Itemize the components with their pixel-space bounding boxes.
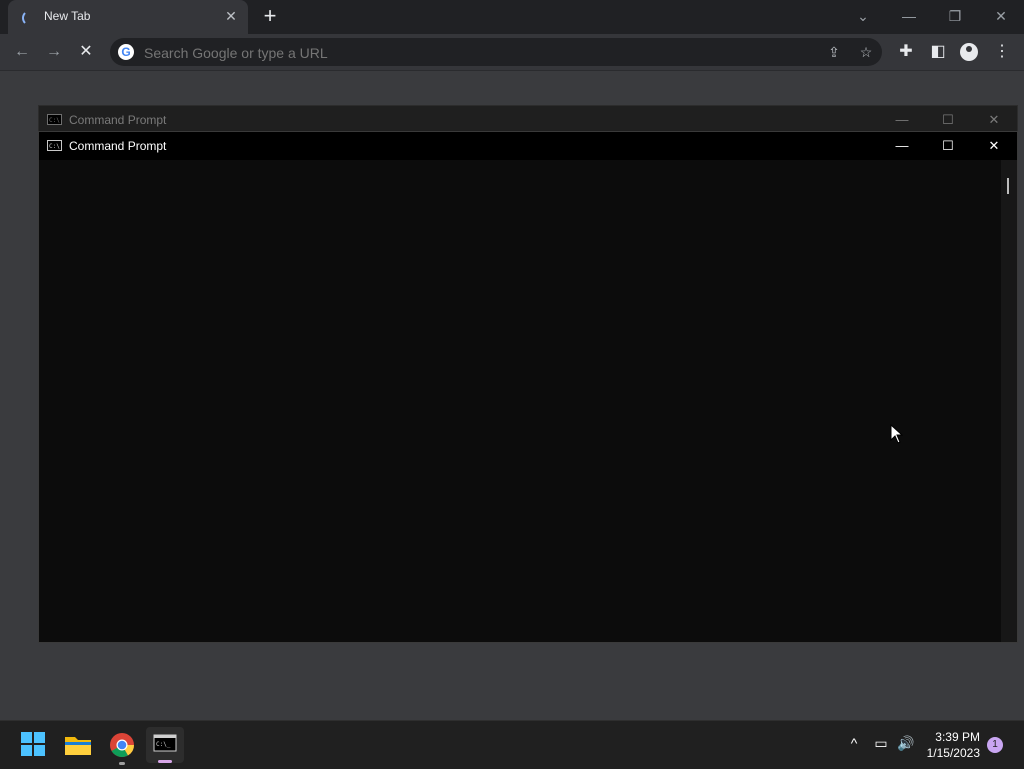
time-text: 3:39 PM [935, 730, 980, 744]
command-prompt-taskbar-icon[interactable]: C:\_ [146, 727, 184, 763]
tab-search-icon[interactable]: ⌄ [849, 6, 877, 26]
address-input[interactable] [142, 42, 806, 64]
side-panel-icon[interactable]: ◧ [926, 40, 950, 64]
volume-icon[interactable]: 🔊 [896, 735, 916, 752]
menu-icon[interactable]: ⋮ [990, 40, 1014, 64]
scrollbar-thumb[interactable] [1007, 178, 1009, 194]
browser-toolbar: ← → ✕ G ⇪ ☆ ✚ ◧ ⋮ [0, 34, 1024, 71]
chrome-icon[interactable] [106, 729, 138, 765]
share-icon[interactable]: ⇪ [824, 42, 844, 62]
notification-badge[interactable]: 1 [987, 737, 1003, 753]
window-titlebar[interactable]: C:\ Command Prompt — ☐ ✕ [39, 132, 1017, 160]
running-indicator [119, 762, 125, 765]
svg-text:C:\_: C:\_ [156, 741, 171, 748]
close-icon[interactable]: ✕ [971, 132, 1017, 160]
active-indicator [158, 760, 172, 763]
tab-title: New Tab [44, 9, 91, 23]
tray-overflow-icon[interactable]: ^ [844, 735, 864, 751]
tab-new-tab[interactable]: New Tab ✕ [8, 0, 248, 34]
restore-icon[interactable]: ❐ [941, 6, 969, 26]
console-output-area[interactable] [39, 160, 1001, 642]
maximize-icon[interactable]: ☐ [925, 132, 971, 160]
stop-loading-icon[interactable]: ✕ [74, 40, 98, 64]
minimize-icon[interactable]: — [879, 132, 925, 160]
bookmark-star-icon[interactable]: ☆ [856, 42, 876, 62]
command-prompt-window[interactable]: C:\ Command Prompt — ☐ ✕ [38, 131, 1018, 643]
maximize-icon[interactable]: ☐ [925, 106, 971, 134]
tab-close-icon[interactable]: ✕ [222, 7, 240, 25]
omnibox[interactable]: G ⇪ ☆ [110, 38, 882, 66]
date-text: 1/15/2023 [926, 746, 980, 760]
file-explorer-icon[interactable] [62, 729, 94, 761]
mouse-cursor-icon [890, 424, 904, 444]
taskbar: C:\_ ^ ▭ 🔊 3:39 PM 1/15/2023 1 [0, 720, 1024, 769]
start-button[interactable] [18, 729, 50, 761]
new-tab-button[interactable]: + [258, 5, 282, 29]
profile-avatar[interactable] [960, 43, 978, 61]
network-icon[interactable]: ▭ [871, 735, 891, 752]
loading-spinner-icon [22, 10, 38, 26]
window-title: Command Prompt [69, 113, 167, 127]
window-title: Command Prompt [69, 139, 167, 153]
minimize-icon[interactable]: — [895, 6, 923, 26]
google-icon: G [118, 44, 134, 60]
close-window-icon[interactable]: ✕ [987, 6, 1015, 26]
cmd-app-icon: C:\ [47, 140, 62, 151]
clock[interactable]: 3:39 PM 1/15/2023 [927, 729, 980, 761]
minimize-icon[interactable]: — [879, 106, 925, 134]
cmd-app-icon: C:\ [47, 114, 62, 125]
extensions-icon[interactable]: ✚ [894, 40, 918, 64]
forward-icon[interactable]: → [42, 40, 66, 64]
scrollbar[interactable] [1001, 160, 1017, 642]
back-icon[interactable]: ← [10, 40, 34, 64]
close-icon[interactable]: ✕ [971, 106, 1017, 134]
browser-tab-strip: New Tab ✕ + ⌄ — ❐ ✕ [0, 0, 1024, 34]
